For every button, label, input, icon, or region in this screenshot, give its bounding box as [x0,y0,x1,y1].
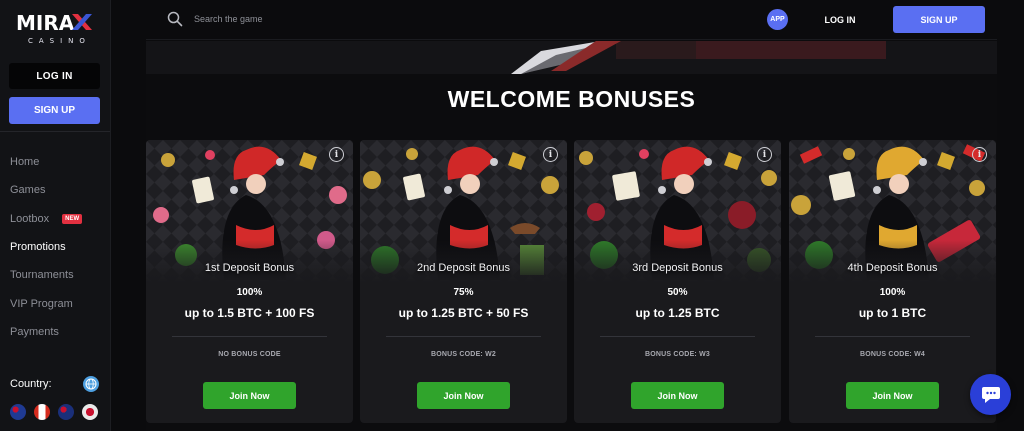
bonus-card: i 2nd Deposit Bonus 75% up to 1.25 BTC +… [360,140,567,423]
join-now-button[interactable]: Join Now [417,382,510,409]
bonus-percent: 100% [236,287,263,298]
bonus-name: 2nd Deposit Bonus [417,262,510,274]
sidebar-item-label: Tournaments [10,269,74,282]
sidebar-item-label: Payments [10,325,59,338]
bonus-amount: up to 1 BTC [858,306,927,320]
bonus-amount: up to 1.5 BTC + 100 FS [184,306,315,320]
login-button[interactable]: LOG IN [816,9,864,30]
sidebar-item-promotions[interactable]: Promotions [10,233,82,261]
bonus-name: 1st Deposit Bonus [204,262,295,274]
live-chat-button[interactable] [970,374,1011,415]
hero-banner-art [146,41,997,74]
sidebar-login-button[interactable]: LOG IN [9,63,100,89]
signup-button[interactable]: SIGN UP [893,6,985,33]
australia-flag-icon[interactable] [10,404,26,420]
bonus-code: BONUS CODE: W4 [859,351,926,358]
sidebar-item-vip-program[interactable]: VIP Program [10,289,82,317]
sidebar-nav: Home Games Lootbox NEW Promotions Tournam… [10,148,83,346]
bonus-percent: 50% [667,287,688,298]
sidebar-signup-button[interactable]: SIGN UP [9,97,100,124]
bonus-amount: up to 1.25 BTC [635,306,720,320]
globe-icon[interactable] [83,376,99,392]
sidebar-item-lootbox[interactable]: Lootbox NEW [10,205,83,233]
new-zealand-flag-icon[interactable] [58,404,74,420]
bonus-amount: up to 1.25 BTC + 50 FS [398,306,529,320]
sidebar-item-home[interactable]: Home [10,148,82,176]
join-now-button[interactable]: Join Now [203,382,296,409]
sidebar-item-label: VIP Program [10,297,73,310]
new-badge: NEW [62,213,83,224]
join-now-button[interactable]: Join Now [631,382,724,409]
mirax-casino-logo[interactable]: MIRA CASINO [16,10,96,50]
card-divider [172,336,327,337]
other-flag-icon[interactable] [82,404,98,420]
top-bar: APP LOG IN SIGN UP [146,0,997,40]
sidebar: MIRA CASINO LOG IN SIGN UP Home Games Lo… [0,0,111,431]
bonus-code: BONUS CODE: W2 [430,351,497,358]
bonus-card: i 4th Deposit Bonus 100% up to 1 BTC BON… [789,140,996,423]
canada-flag-icon[interactable] [34,404,50,420]
country-label: Country: [10,378,52,390]
info-icon[interactable]: i [972,147,987,162]
sidebar-divider [0,131,110,132]
sidebar-item-games[interactable]: Games [10,176,82,204]
sidebar-item-label: Promotions [10,241,66,254]
info-icon[interactable]: i [329,147,344,162]
bonus-card: i 1st Deposit Bonus 100% up to 1.5 BTC +… [146,140,353,423]
app-button[interactable]: APP [767,9,788,30]
svg-text:MIRA: MIRA [16,11,75,35]
card-divider [386,336,541,337]
bonus-percent: 75% [453,287,474,298]
info-icon[interactable]: i [543,147,558,162]
chat-icon [981,386,1000,403]
sidebar-item-label: Lootbox [10,212,50,225]
join-now-button[interactable]: Join Now [846,382,939,409]
info-icon[interactable]: i [757,147,772,162]
logo-graphic: MIRA CASINO [16,11,92,45]
svg-text:CASINO: CASINO [28,37,91,45]
bonus-code: BONUS CODE: W3 [644,351,711,358]
sidebar-item-label: Games [10,184,46,197]
app-root: MIRA CASINO LOG IN SIGN UP Home Games Lo… [0,0,1024,431]
sidebar-item-payments[interactable]: Payments [10,318,82,346]
card-divider [815,336,970,337]
hero-banner[interactable] [146,41,997,74]
section-title: WELCOME BONUSES [447,86,696,112]
search-icon[interactable] [167,11,183,27]
bonus-card: i 3rd Deposit Bonus 50% up to 1.25 BTC B… [574,140,781,423]
card-divider [600,336,755,337]
country-flags [10,404,98,420]
search-input[interactable] [194,11,494,27]
bonus-name: 3rd Deposit Bonus [632,262,723,274]
bonus-percent: 100% [879,287,906,298]
bonus-name: 4th Deposit Bonus [847,262,938,274]
bonus-code: NO BONUS CODE [218,351,281,358]
sidebar-item-tournaments[interactable]: Tournaments [10,261,82,289]
sidebar-item-label: Home [10,156,40,169]
